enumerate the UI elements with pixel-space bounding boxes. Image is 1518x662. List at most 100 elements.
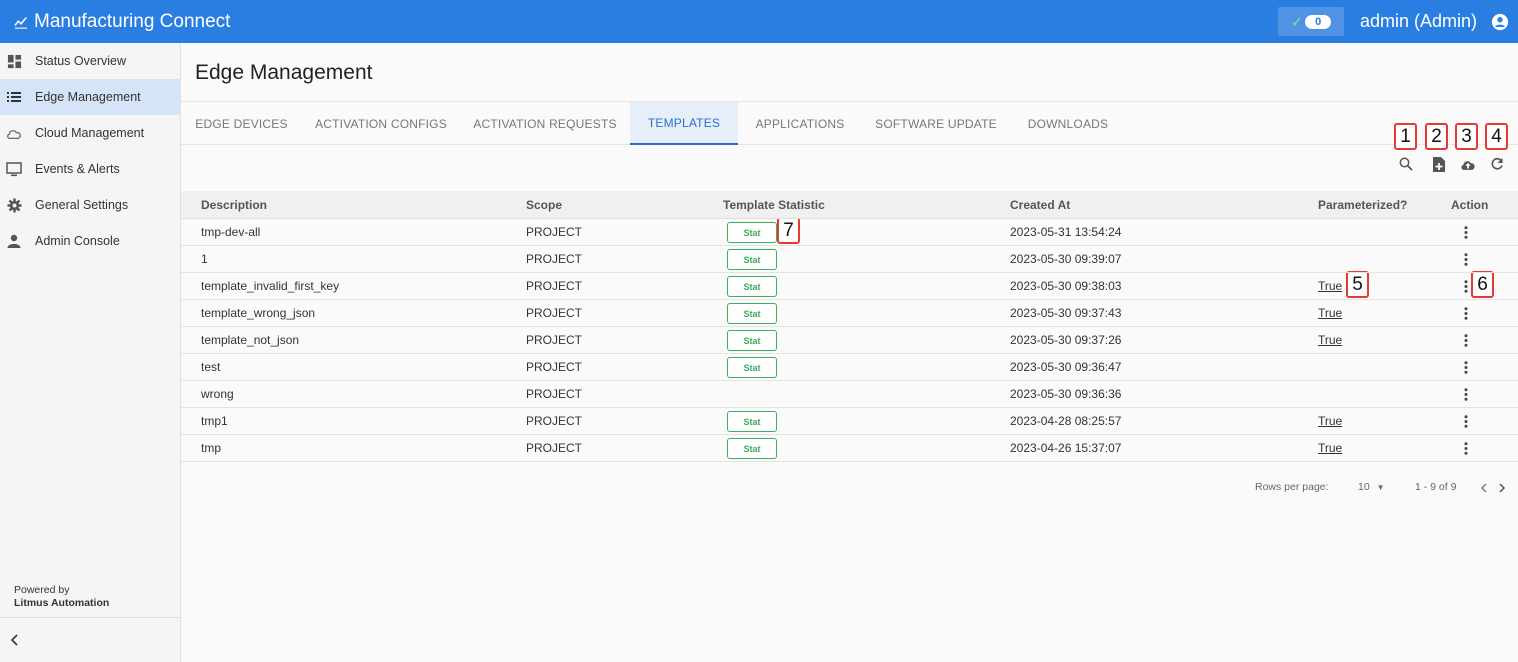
table-header: Description Scope Template Statistic Cre… bbox=[181, 191, 1518, 219]
powered-by-label: Powered by bbox=[14, 584, 70, 596]
gear-icon bbox=[6, 197, 22, 213]
tab-edge-devices[interactable]: EDGE DEVICES bbox=[181, 102, 302, 145]
search-icon[interactable] bbox=[1398, 156, 1414, 172]
stat-button[interactable]: Stat bbox=[727, 276, 777, 297]
sidebar-item-label: Admin Console bbox=[35, 234, 120, 248]
created-at-cell: 2023-05-31 13:54:24 bbox=[1010, 225, 1122, 239]
description-cell: tmp1 bbox=[201, 414, 228, 428]
stat-button[interactable]: Stat bbox=[727, 438, 777, 459]
column-header-created-at[interactable]: Created At bbox=[1010, 191, 1070, 219]
powered-by: Powered by Litmus Automation bbox=[14, 584, 109, 610]
created-at-cell: 2023-05-30 09:36:47 bbox=[1010, 360, 1122, 374]
description-cell: template_wrong_json bbox=[201, 306, 316, 320]
tab-software-update[interactable]: SOFTWARE UPDATE bbox=[862, 102, 1010, 145]
parameterized-link[interactable]: True bbox=[1318, 435, 1342, 461]
tab-templates[interactable]: TEMPLATES bbox=[630, 102, 738, 145]
column-header-template-statistic[interactable]: Template Statistic bbox=[723, 191, 825, 219]
person-icon bbox=[6, 233, 22, 249]
table-row: wrong PROJECT 2023-05-30 09:36:36 bbox=[181, 381, 1518, 408]
stat-button[interactable]: Stat bbox=[727, 411, 777, 432]
annotation-marker-3: 3 bbox=[1455, 123, 1478, 150]
sidebar-item-general-settings[interactable]: General Settings bbox=[0, 187, 180, 223]
cloud-upload-icon[interactable] bbox=[1460, 156, 1476, 172]
parameterized-link[interactable]: True bbox=[1318, 327, 1342, 353]
status-count-badge: 0 bbox=[1305, 14, 1332, 29]
sidebar-item-label: General Settings bbox=[35, 198, 129, 212]
app-title: Manufacturing Connect bbox=[34, 10, 231, 32]
stat-button[interactable]: Stat bbox=[727, 330, 777, 351]
status-indicator[interactable]: ✓ 0 bbox=[1277, 7, 1344, 36]
more-actions-icon[interactable] bbox=[1464, 361, 1468, 374]
created-at-cell: 2023-05-30 09:37:43 bbox=[1010, 306, 1122, 320]
sidebar-item-admin-console[interactable]: Admin Console bbox=[0, 223, 180, 259]
description-cell: tmp bbox=[201, 441, 222, 455]
table-row: tmp PROJECT Stat 2023-04-26 15:37:07 True bbox=[181, 435, 1518, 462]
scope-cell: PROJECT bbox=[526, 225, 583, 239]
brand[interactable]: Manufacturing Connect bbox=[0, 11, 230, 33]
sidebar-item-label: Events & Alerts bbox=[35, 162, 120, 176]
created-at-cell: 2023-05-30 09:36:36 bbox=[1010, 387, 1122, 401]
scope-cell: PROJECT bbox=[526, 441, 583, 455]
scope-cell: PROJECT bbox=[526, 387, 583, 401]
parameterized-link[interactable]: True bbox=[1318, 408, 1342, 434]
scope-cell: PROJECT bbox=[526, 333, 583, 347]
sidebar-item-status-overview[interactable]: Status Overview bbox=[0, 43, 180, 79]
column-header-scope[interactable]: Scope bbox=[526, 191, 562, 219]
description-cell: wrong bbox=[201, 387, 234, 401]
more-actions-icon[interactable] bbox=[1464, 307, 1468, 320]
chart-logo-icon bbox=[14, 16, 28, 29]
created-at-cell: 2023-05-30 09:39:07 bbox=[1010, 252, 1122, 266]
list-icon bbox=[6, 89, 22, 105]
top-bar: Manufacturing Connect ✓ 0 admin (Admin) bbox=[0, 0, 1518, 43]
tab-activation-configs[interactable]: ACTIVATION CONFIGS bbox=[302, 102, 460, 145]
description-cell: test bbox=[201, 360, 221, 374]
tab-activation-requests[interactable]: ACTIVATION REQUESTS bbox=[460, 102, 630, 145]
cloud-icon bbox=[6, 125, 22, 141]
rows-per-page-select[interactable]: 10 ▼ bbox=[1358, 481, 1385, 493]
description-cell: tmp-dev-all bbox=[201, 225, 261, 239]
tab-bar: EDGE DEVICES ACTIVATION CONFIGS ACTIVATI… bbox=[181, 101, 1518, 145]
parameterized-link[interactable]: True bbox=[1318, 273, 1342, 299]
account-circle-icon[interactable] bbox=[1491, 13, 1509, 31]
created-at-cell: 2023-05-30 09:38:03 bbox=[1010, 279, 1122, 293]
stat-button[interactable]: Stat bbox=[727, 222, 777, 243]
next-page-icon[interactable] bbox=[1498, 483, 1506, 493]
tab-applications[interactable]: APPLICATIONS bbox=[738, 102, 862, 145]
more-actions-icon[interactable] bbox=[1464, 415, 1468, 428]
more-actions-icon[interactable] bbox=[1464, 226, 1468, 239]
sidebar-item-events-alerts[interactable]: Events & Alerts bbox=[0, 151, 180, 187]
sidebar-item-label: Cloud Management bbox=[35, 126, 145, 140]
page-title: Edge Management bbox=[195, 61, 373, 84]
created-at-cell: 2023-04-28 08:25:57 bbox=[1010, 414, 1122, 428]
more-actions-icon[interactable] bbox=[1464, 442, 1468, 455]
annotation-marker-2: 2 bbox=[1425, 123, 1448, 150]
tab-downloads[interactable]: DOWNLOADS bbox=[1010, 102, 1126, 145]
monitor-icon bbox=[6, 161, 22, 177]
column-header-parameterized[interactable]: Parameterized? bbox=[1318, 191, 1407, 219]
collapse-sidebar-icon[interactable] bbox=[9, 634, 21, 646]
sidebar-footer bbox=[0, 617, 181, 662]
column-header-description[interactable]: Description bbox=[201, 191, 267, 219]
more-actions-icon[interactable] bbox=[1464, 388, 1468, 401]
stat-button[interactable]: Stat bbox=[727, 249, 777, 270]
annotation-marker-4: 4 bbox=[1485, 123, 1508, 150]
user-name[interactable]: admin (Admin) bbox=[1360, 11, 1477, 32]
more-actions-icon[interactable] bbox=[1464, 280, 1468, 293]
sidebar-item-cloud-management[interactable]: Cloud Management bbox=[0, 115, 180, 151]
stat-button[interactable]: Stat bbox=[727, 303, 777, 324]
scope-cell: PROJECT bbox=[526, 252, 583, 266]
sidebar-item-label: Edge Management bbox=[35, 90, 141, 104]
stat-button[interactable]: Stat bbox=[727, 357, 777, 378]
created-at-cell: 2023-05-30 09:37:26 bbox=[1010, 333, 1122, 347]
parameterized-link[interactable]: True bbox=[1318, 300, 1342, 326]
refresh-icon[interactable] bbox=[1489, 156, 1505, 172]
main-content: Edge Management EDGE DEVICES ACTIVATION … bbox=[181, 43, 1518, 662]
more-actions-icon[interactable] bbox=[1464, 334, 1468, 347]
more-actions-icon[interactable] bbox=[1464, 253, 1468, 266]
sidebar-item-edge-management[interactable]: Edge Management bbox=[0, 79, 180, 115]
rows-per-page-value: 10 bbox=[1358, 481, 1370, 493]
add-file-icon[interactable] bbox=[1430, 156, 1446, 172]
previous-page-icon[interactable] bbox=[1480, 483, 1488, 493]
powered-by-company: Litmus Automation bbox=[14, 597, 110, 609]
description-cell: template_invalid_first_key bbox=[201, 279, 340, 293]
